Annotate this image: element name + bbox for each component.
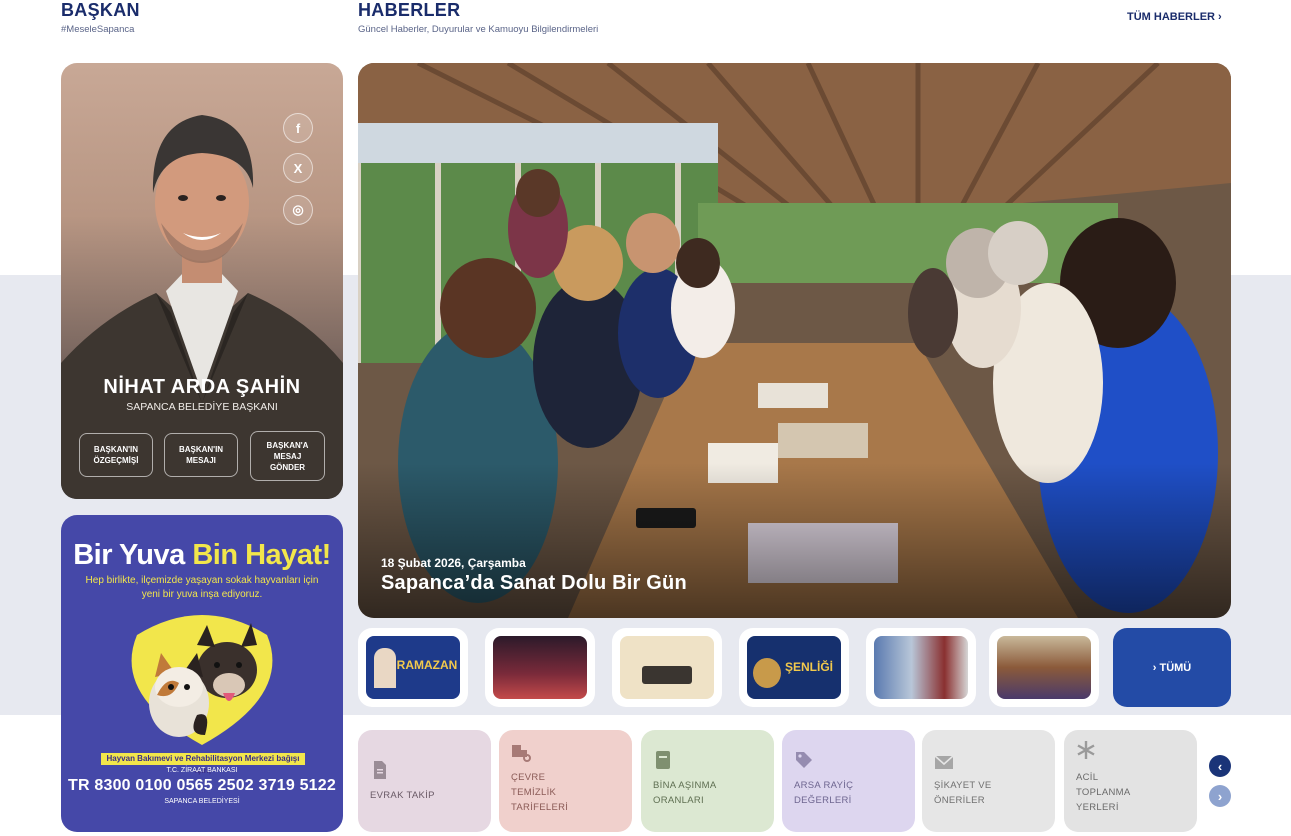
news-thumbnail-1[interactable]: RAMAZAN — [358, 628, 468, 707]
thumbnail-image: RAMAZAN — [366, 636, 460, 699]
adoption-promo-banner[interactable]: Bir Yuva Bin Hayat! Hep birlikte, ilçemi… — [61, 515, 343, 832]
thumbnail-text: RAMAZAN — [396, 658, 458, 672]
hero-news-title[interactable]: Sapanca’da Sanat Dolu Bir Gün — [381, 572, 687, 595]
thumbnail-image: ŞENLİĞİ — [747, 636, 841, 699]
truck-icon — [512, 745, 531, 762]
news-thumbnail-6[interactable] — [989, 628, 1099, 707]
quick-link-label: BİNA AŞINMA ORANLARI — [653, 780, 717, 806]
quick-link-cleaning-tariffs[interactable]: ÇEVRE TEMİZLİK TARİFELERİ — [499, 730, 632, 832]
quick-link-document-tracking[interactable]: EVRAK TAKİP — [358, 730, 491, 832]
promo-bank-name: T.C. ZİRAAT BANKASI — [166, 767, 238, 774]
quick-link-label: ÇEVRE TEMİZLİK TARİFELERİ — [511, 772, 569, 813]
quick-link-complaints-suggestions[interactable]: ŞİKAYET VE ÖNERİLER — [922, 730, 1055, 832]
mayor-name: NİHAT ARDA ŞAHİN — [103, 376, 301, 398]
promo-iban: TR 8300 0100 0565 2502 3719 5122 — [68, 777, 336, 794]
promo-municipality: SAPANCA BELEDİYESİ — [164, 798, 240, 805]
mayor-section-title: BAŞKAN — [61, 0, 140, 20]
instagram-icon[interactable]: ◎ — [283, 195, 313, 225]
mayor-message-button[interactable]: BAŞKAN'IN MESAJI — [164, 433, 238, 477]
mayor-biography-button[interactable]: BAŞKAN'IN ÖZGEÇMİŞİ — [79, 433, 153, 477]
hero-news-image — [358, 63, 1231, 618]
news-section-title: HABERLER — [358, 0, 461, 20]
quick-link-emergency-assembly-areas[interactable]: ACİL TOPLANMA YERLERİ — [1064, 730, 1197, 832]
mayor-role: SAPANCA BELEDİYE BAŞKANI — [126, 401, 278, 413]
news-section-subtitle: Güncel Haberler, Duyurular ve Kamuoyu Bi… — [358, 24, 599, 35]
send-message-to-mayor-button[interactable]: BAŞKAN'A MESAJ GÖNDER — [250, 431, 325, 481]
promo-description: Hep birlikte, ilçemizde yaşayan sokak ha… — [85, 575, 319, 600]
thumbnail-image — [874, 636, 968, 699]
quick-link-label: ŞİKAYET VE ÖNERİLER — [934, 780, 992, 806]
document-icon — [374, 761, 386, 779]
mayor-section-subtitle: #MeseleSapanca — [61, 24, 135, 35]
quick-link-label: ACİL TOPLANMA YERLERİ — [1076, 772, 1131, 813]
cat-and-dog-illustration — [131, 615, 273, 745]
all-news-link[interactable]: TÜM HABERLER › — [1127, 11, 1222, 23]
all-news-button[interactable]: › TÜMÜ — [1113, 628, 1231, 707]
hero-news-date: 18 Şubat 2026, Çarşamba — [381, 556, 526, 570]
hero-news-slide[interactable] — [358, 63, 1231, 618]
news-thumbnail-4[interactable]: ŞENLİĞİ — [739, 628, 849, 707]
quick-link-land-values[interactable]: ARSA RAYİÇ DEĞERLERİ — [782, 730, 915, 832]
thumbnail-image — [493, 636, 587, 699]
promo-title: Bir Yuva Bin Hayat! — [73, 539, 331, 571]
news-thumbnail-3[interactable] — [612, 628, 722, 707]
book-icon — [656, 751, 670, 769]
news-thumbnail-5[interactable] — [866, 628, 976, 707]
quick-link-label: EVRAK TAKİP — [370, 790, 435, 801]
quick-links-prev-button[interactable]: ‹ — [1209, 755, 1231, 777]
envelope-icon — [934, 755, 954, 769]
x-twitter-icon[interactable]: X — [283, 153, 313, 183]
facebook-icon[interactable]: f — [283, 113, 313, 143]
news-thumbnail-2[interactable] — [485, 628, 595, 707]
quick-link-building-wear-rates[interactable]: BİNA AŞINMA ORANLARI — [641, 730, 774, 832]
thumbnail-text: ŞENLİĞİ — [784, 660, 833, 674]
promo-donation-note: Hayvan Bakımevi ve Rehabilitasyon Merkez… — [101, 753, 305, 775]
thumbnail-image — [997, 636, 1091, 699]
tag-icon — [796, 752, 812, 768]
thumbnail-image — [620, 636, 714, 699]
asterisk-icon — [1077, 741, 1095, 759]
quick-links-next-button[interactable]: › — [1209, 785, 1231, 807]
quick-link-label: ARSA RAYİÇ DEĞERLERİ — [794, 780, 854, 806]
